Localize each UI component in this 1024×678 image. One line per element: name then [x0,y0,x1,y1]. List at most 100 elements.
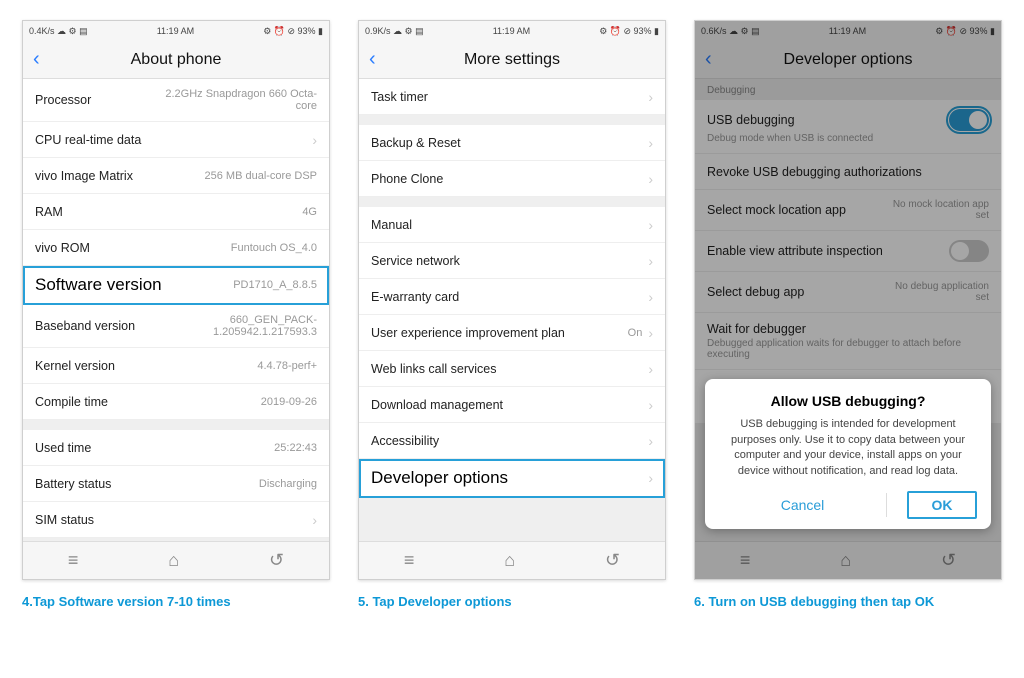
row-software-version[interactable]: Software version PD1710_A_8.8.5 [23,266,329,305]
row-backup-reset[interactable]: Backup & Reset › [359,125,665,161]
row-ewarranty[interactable]: E-warranty card › [359,279,665,315]
row-phone-clone[interactable]: Phone Clone › [359,161,665,197]
row-label: Processor [35,93,157,107]
row-cpu-realtime[interactable]: CPU real-time data › [23,122,329,158]
row-label: Phone Clone [371,172,642,186]
row-value: No mock location app set [879,199,989,221]
row-label: Kernel version [35,359,257,373]
header: ‹ About phone [23,41,329,79]
section-gap [359,197,665,207]
row-mock-location[interactable]: Select mock location app No mock locatio… [695,190,1001,231]
row-task-timer[interactable]: Task timer › [359,79,665,115]
row-label: Baseband version [35,319,157,333]
row-label: SIM status [35,513,306,527]
row-developer-options[interactable]: Developer options › [359,459,665,498]
dialog-cancel-button[interactable]: Cancel [719,491,886,519]
step-caption: 4.Tap Software version 7-10 times [22,594,330,609]
header: ‹ Developer options [695,41,1001,79]
row-label: Select debug app [707,285,879,299]
row-value: 4G [302,206,317,218]
status-right: ⚙ ⏰ ⊘ 93% ▮ [599,26,659,37]
row-revoke-auth[interactable]: Revoke USB debugging authorizations [695,154,1001,190]
row-manual[interactable]: Manual › [359,207,665,243]
chevron-right-icon: › [312,132,317,148]
settings-list: Task timer › Backup & Reset › Phone Clon… [359,79,665,541]
home-icon[interactable]: ⌂ [168,550,179,571]
row-view-attribute[interactable]: Enable view attribute inspection [695,231,1001,272]
chevron-right-icon: › [648,253,653,269]
row-value: PD1710_A_8.8.5 [233,279,317,291]
status-left: 0.4K/s ☁ ⚙ ▤ [29,26,88,37]
row-battery-status[interactable]: Battery status Discharging [23,466,329,502]
page-title: More settings [389,51,635,69]
back-icon[interactable]: ↺ [269,550,284,571]
row-label: Download management [371,398,642,412]
back-icon[interactable]: ↺ [605,550,620,571]
back-button[interactable]: ‹ [369,48,389,71]
row-subtitle: Debug mode when USB is connected [707,133,873,144]
back-icon[interactable]: ↺ [941,550,956,571]
row-label: Backup & Reset [371,136,642,150]
row-label: Software version [35,275,233,295]
row-service-network[interactable]: Service network › [359,243,665,279]
row-value: On [628,327,643,339]
chevron-right-icon: › [648,325,653,341]
back-button[interactable]: ‹ [33,48,53,71]
row-user-experience[interactable]: User experience improvement plan On › [359,315,665,351]
row-wait-debugger[interactable]: Wait for debugger Debugged application w… [695,313,1001,370]
row-baseband[interactable]: Baseband version 660_GEN_PACK-1.205942.1… [23,305,329,348]
chevron-right-icon: › [312,512,317,528]
row-label: vivo ROM [35,241,231,255]
row-label: vivo Image Matrix [35,169,205,183]
back-button[interactable]: ‹ [705,48,725,71]
row-kernel[interactable]: Kernel version 4.4.78-perf+ [23,348,329,384]
row-select-debug-app[interactable]: Select debug app No debug application se… [695,272,1001,313]
row-usb-debugging[interactable]: USB debugging Debug mode when USB is con… [695,100,1001,154]
row-label: Web links call services [371,362,642,376]
row-accessibility[interactable]: Accessibility › [359,423,665,459]
row-label: Used time [35,441,274,455]
chevron-right-icon: › [648,433,653,449]
chevron-right-icon: › [648,217,653,233]
row-download-management[interactable]: Download management › [359,387,665,423]
section-header-debugging: Debugging [695,79,1001,100]
row-web-links[interactable]: Web links call services › [359,351,665,387]
row-image-matrix[interactable]: vivo Image Matrix 256 MB dual-core DSP [23,158,329,194]
section-gap [23,420,329,430]
status-right: ⚙ ⏰ ⊘ 93% ▮ [935,26,995,37]
home-icon[interactable]: ⌂ [840,550,851,571]
row-value: 2.2GHz Snapdragon 660 Octa-core [157,88,317,112]
header: ‹ More settings [359,41,665,79]
step-caption: 6. Turn on USB debugging then tap OK [694,594,1002,609]
view-attr-toggle[interactable] [949,240,989,262]
system-nav-bar: ≡ ⌂ ↺ [695,541,1001,579]
phone-screen-about: 0.4K/s ☁ ⚙ ▤ 11:19 AM ⚙ ⏰ ⊘ 93% ▮ ‹ Abou… [22,20,330,580]
recent-apps-icon[interactable]: ≡ [68,550,79,571]
page-title: About phone [53,51,299,69]
recent-apps-icon[interactable]: ≡ [740,550,751,571]
section-gap [359,115,665,125]
row-processor[interactable]: Processor 2.2GHz Snapdragon 660 Octa-cor… [23,79,329,122]
row-label: Battery status [35,477,259,491]
row-value: 660_GEN_PACK-1.205942.1.217593.3 [157,314,317,338]
row-label: Task timer [371,90,642,104]
row-compile-time[interactable]: Compile time 2019-09-26 [23,384,329,420]
row-vivo-rom[interactable]: vivo ROM Funtouch OS_4.0 [23,230,329,266]
status-time: 11:19 AM [829,26,866,36]
usb-debugging-toggle[interactable] [949,109,989,131]
home-icon[interactable]: ⌂ [504,550,515,571]
row-used-time[interactable]: Used time 25:22:43 [23,430,329,466]
row-label: Developer options [371,468,642,488]
chevron-right-icon: › [648,135,653,151]
row-ram[interactable]: RAM 4G [23,194,329,230]
row-label: Service network [371,254,642,268]
system-nav-bar: ≡ ⌂ ↺ [23,541,329,579]
row-sim-status[interactable]: SIM status › [23,502,329,538]
status-bar: 0.9K/s ☁ ⚙ ▤ 11:19 AM ⚙ ⏰ ⊘ 93% ▮ [359,21,665,41]
row-label: RAM [35,205,302,219]
dialog-body: USB debugging is intended for developmen… [719,417,977,479]
chevron-right-icon: › [648,289,653,305]
row-value: No debug application set [879,281,989,303]
dialog-ok-button[interactable]: OK [907,491,977,519]
recent-apps-icon[interactable]: ≡ [404,550,415,571]
